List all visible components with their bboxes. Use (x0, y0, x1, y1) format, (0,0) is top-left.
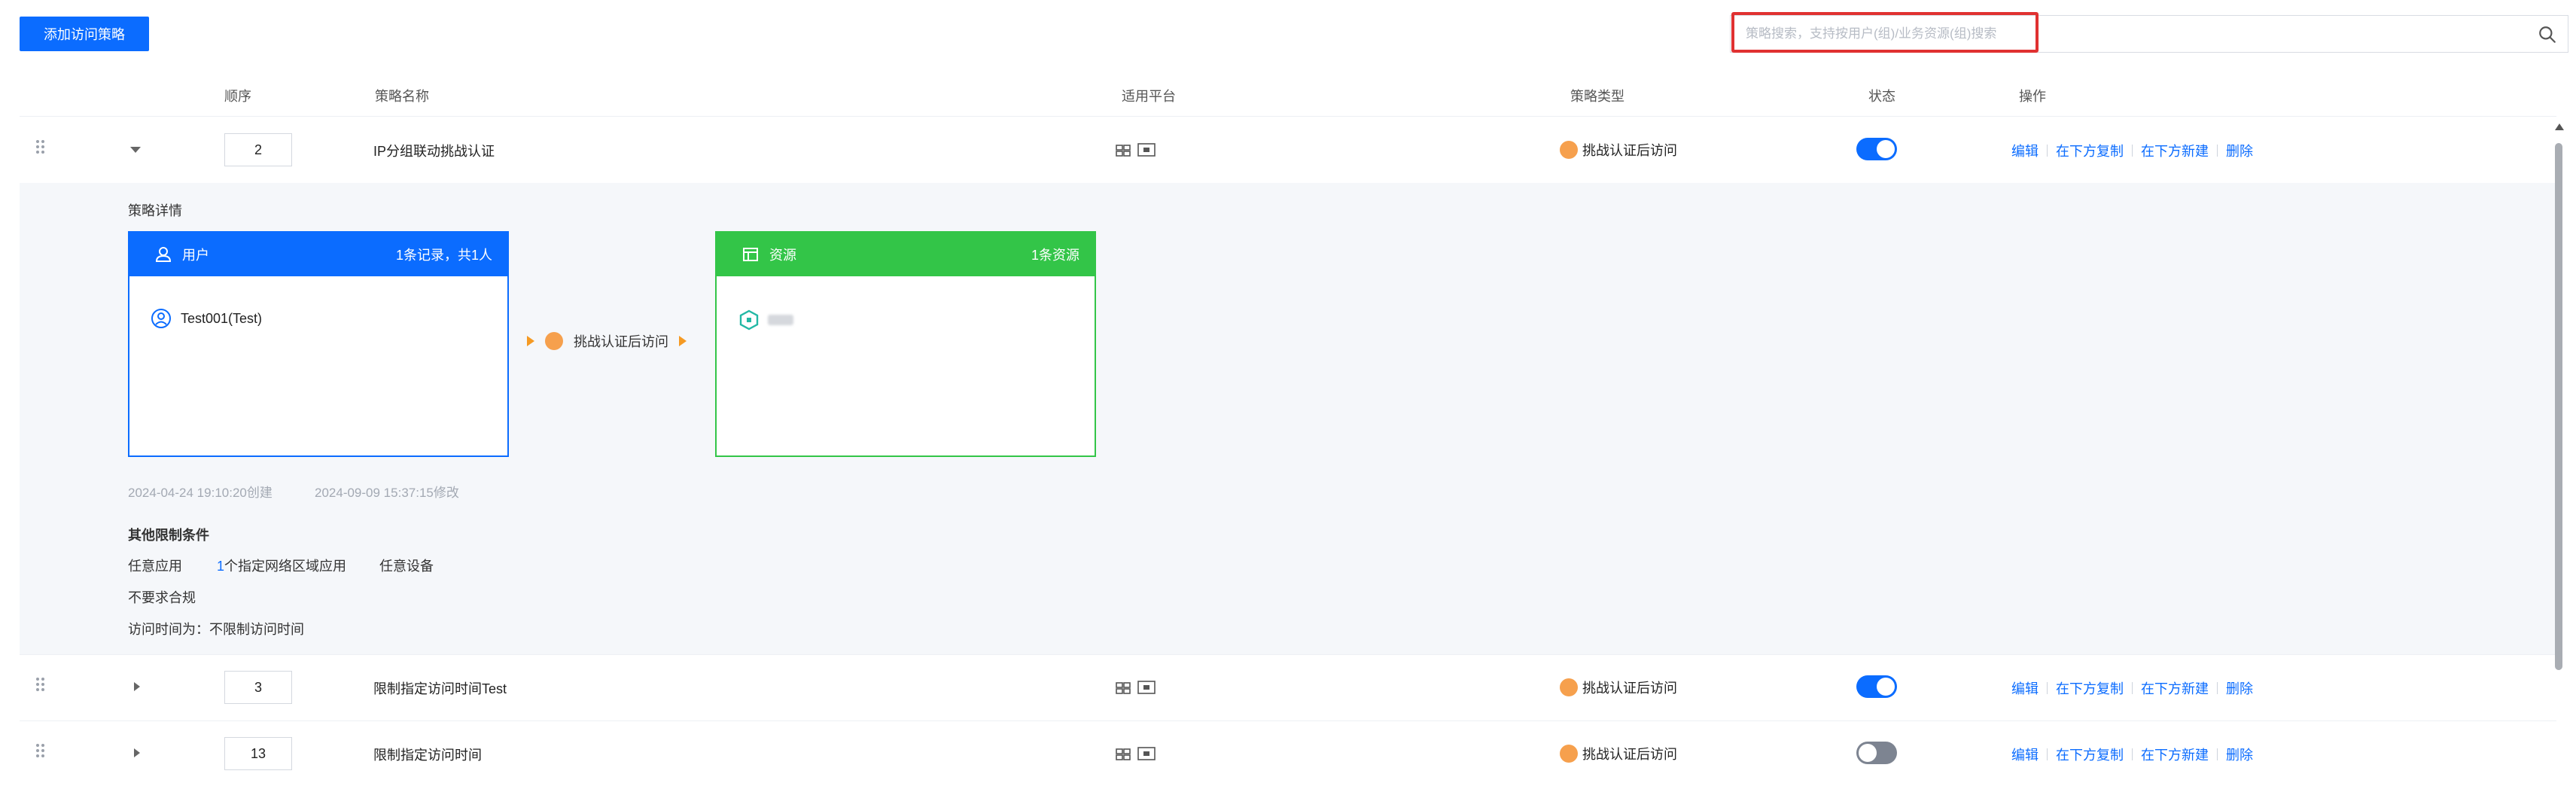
modified-time: 2024-09-09 15:37:15修改 (315, 486, 459, 500)
resource-name-redacted (768, 315, 793, 325)
resource-card-summary: 1条资源 (1031, 248, 1079, 263)
copy-below-link[interactable]: 在下方复制 (2056, 745, 2124, 764)
copy-below-link[interactable]: 在下方复制 (2056, 141, 2124, 160)
user-icon (155, 247, 172, 262)
policy-name: IP分组联动挑战认证 (373, 144, 495, 159)
user-card-summary: 1条记录，共1人 (395, 248, 492, 263)
condition-region: 1个指定网络区域应用 (217, 556, 346, 575)
row-divider (20, 654, 2556, 655)
user-item: Test001(Test) (151, 308, 262, 329)
new-below-link[interactable]: 在下方新建 (2141, 141, 2209, 160)
arrow-right-icon (527, 336, 534, 346)
scroll-up-arrow-icon[interactable] (2555, 123, 2564, 130)
row-operations: 编辑 在下方复制 在下方新建 删除 (2011, 745, 2253, 764)
status-toggle[interactable] (1856, 138, 1897, 160)
row-operations: 编辑 在下方复制 在下方新建 删除 (2011, 678, 2253, 698)
platform-icons (1116, 143, 1156, 157)
user-item-label: Test001(Test) (181, 310, 263, 326)
flow-label: 挑战认证后访问 (574, 334, 668, 349)
expand-caret-icon[interactable] (134, 748, 140, 757)
row-operations: 编辑 在下方复制 在下方新建 删除 (2011, 141, 2253, 160)
delete-link[interactable]: 删除 (2226, 745, 2253, 764)
column-header-name: 策略名称 (375, 89, 429, 104)
created-time: 2024-04-24 19:10:20创建 (128, 486, 273, 500)
resource-card: 资源 1条资源 (715, 231, 1096, 457)
status-toggle[interactable] (1856, 675, 1897, 698)
drag-handle-icon[interactable] (36, 140, 45, 158)
order-input[interactable]: 2 (224, 133, 292, 166)
add-policy-button[interactable]: 添加访问策略 (20, 17, 149, 51)
app-hexagon-icon (739, 309, 759, 331)
resource-item (739, 309, 793, 331)
globe-icon (1560, 678, 1578, 696)
status-toggle[interactable] (1856, 742, 1897, 764)
condition-time: 访问时间为：不限制访问时间 (128, 622, 304, 637)
order-input[interactable]: 3 (224, 671, 292, 704)
column-header-platform: 适用平台 (1122, 89, 1176, 104)
delete-link[interactable]: 删除 (2226, 141, 2253, 160)
drag-handle-icon[interactable] (36, 744, 45, 762)
delete-link[interactable]: 删除 (2226, 678, 2253, 698)
globe-icon (545, 332, 563, 350)
column-header-status: 状态 (1868, 89, 1895, 104)
order-input[interactable]: 13 (224, 737, 292, 770)
platform-icons (1116, 747, 1156, 760)
search-icon[interactable] (2538, 25, 2557, 44)
region-label: 个指定网络区域应用 (224, 559, 347, 574)
platform-icons (1116, 681, 1156, 694)
policy-type: 挑战认证后访问 (1560, 678, 1677, 697)
policy-search-input[interactable] (1731, 16, 2529, 52)
user-card-title: 用户 (182, 248, 209, 263)
policy-type-label: 挑战认证后访问 (1582, 681, 1677, 696)
conditions-title: 其他限制条件 (128, 528, 209, 543)
vertical-scrollbar-thumb[interactable] (2555, 143, 2562, 670)
header-divider (20, 116, 2556, 117)
row-divider (20, 720, 2556, 721)
policy-search-box[interactable] (1730, 15, 2568, 53)
drag-handle-icon[interactable] (36, 678, 45, 696)
resource-card-title: 资源 (769, 248, 796, 263)
detail-title: 策略详情 (128, 203, 182, 218)
edit-link[interactable]: 编辑 (2011, 141, 2039, 160)
policy-type-label: 挑战认证后访问 (1582, 747, 1677, 762)
user-card: 用户 1条记录，共1人 Test001(Test) (128, 231, 509, 457)
edit-link[interactable]: 编辑 (2011, 678, 2039, 698)
user-avatar-icon (151, 309, 171, 328)
policy-type: 挑战认证后访问 (1560, 140, 1677, 160)
condition-compliance: 不要求合规 (128, 590, 196, 605)
user-card-header: 用户 1条记录，共1人 (129, 233, 507, 276)
new-below-link[interactable]: 在下方新建 (2141, 678, 2209, 698)
policy-type: 挑战认证后访问 (1560, 744, 1677, 763)
policy-flow: 挑战认证后访问 (527, 331, 687, 351)
column-header-type: 策略类型 (1570, 89, 1624, 104)
globe-icon (1560, 141, 1578, 159)
arrow-right-icon (679, 336, 687, 346)
new-below-link[interactable]: 在下方新建 (2141, 745, 2209, 764)
condition-device: 任意设备 (379, 559, 434, 574)
region-count[interactable]: 1 (217, 559, 224, 574)
copy-below-link[interactable]: 在下方复制 (2056, 678, 2124, 698)
policy-name: 限制指定访问时间Test (373, 681, 507, 696)
policy-name: 限制指定访问时间 (373, 748, 482, 763)
column-header-ops: 操作 (2019, 89, 2046, 104)
globe-icon (1560, 745, 1578, 763)
collapse-caret-icon[interactable] (130, 147, 141, 153)
edit-link[interactable]: 编辑 (2011, 745, 2039, 764)
condition-app: 任意应用 (128, 559, 182, 574)
expand-caret-icon[interactable] (134, 682, 140, 691)
resource-icon (743, 248, 758, 261)
policy-type-label: 挑战认证后访问 (1582, 143, 1677, 158)
column-header-order: 顺序 (224, 89, 251, 104)
resource-card-header: 资源 1条资源 (717, 233, 1095, 276)
